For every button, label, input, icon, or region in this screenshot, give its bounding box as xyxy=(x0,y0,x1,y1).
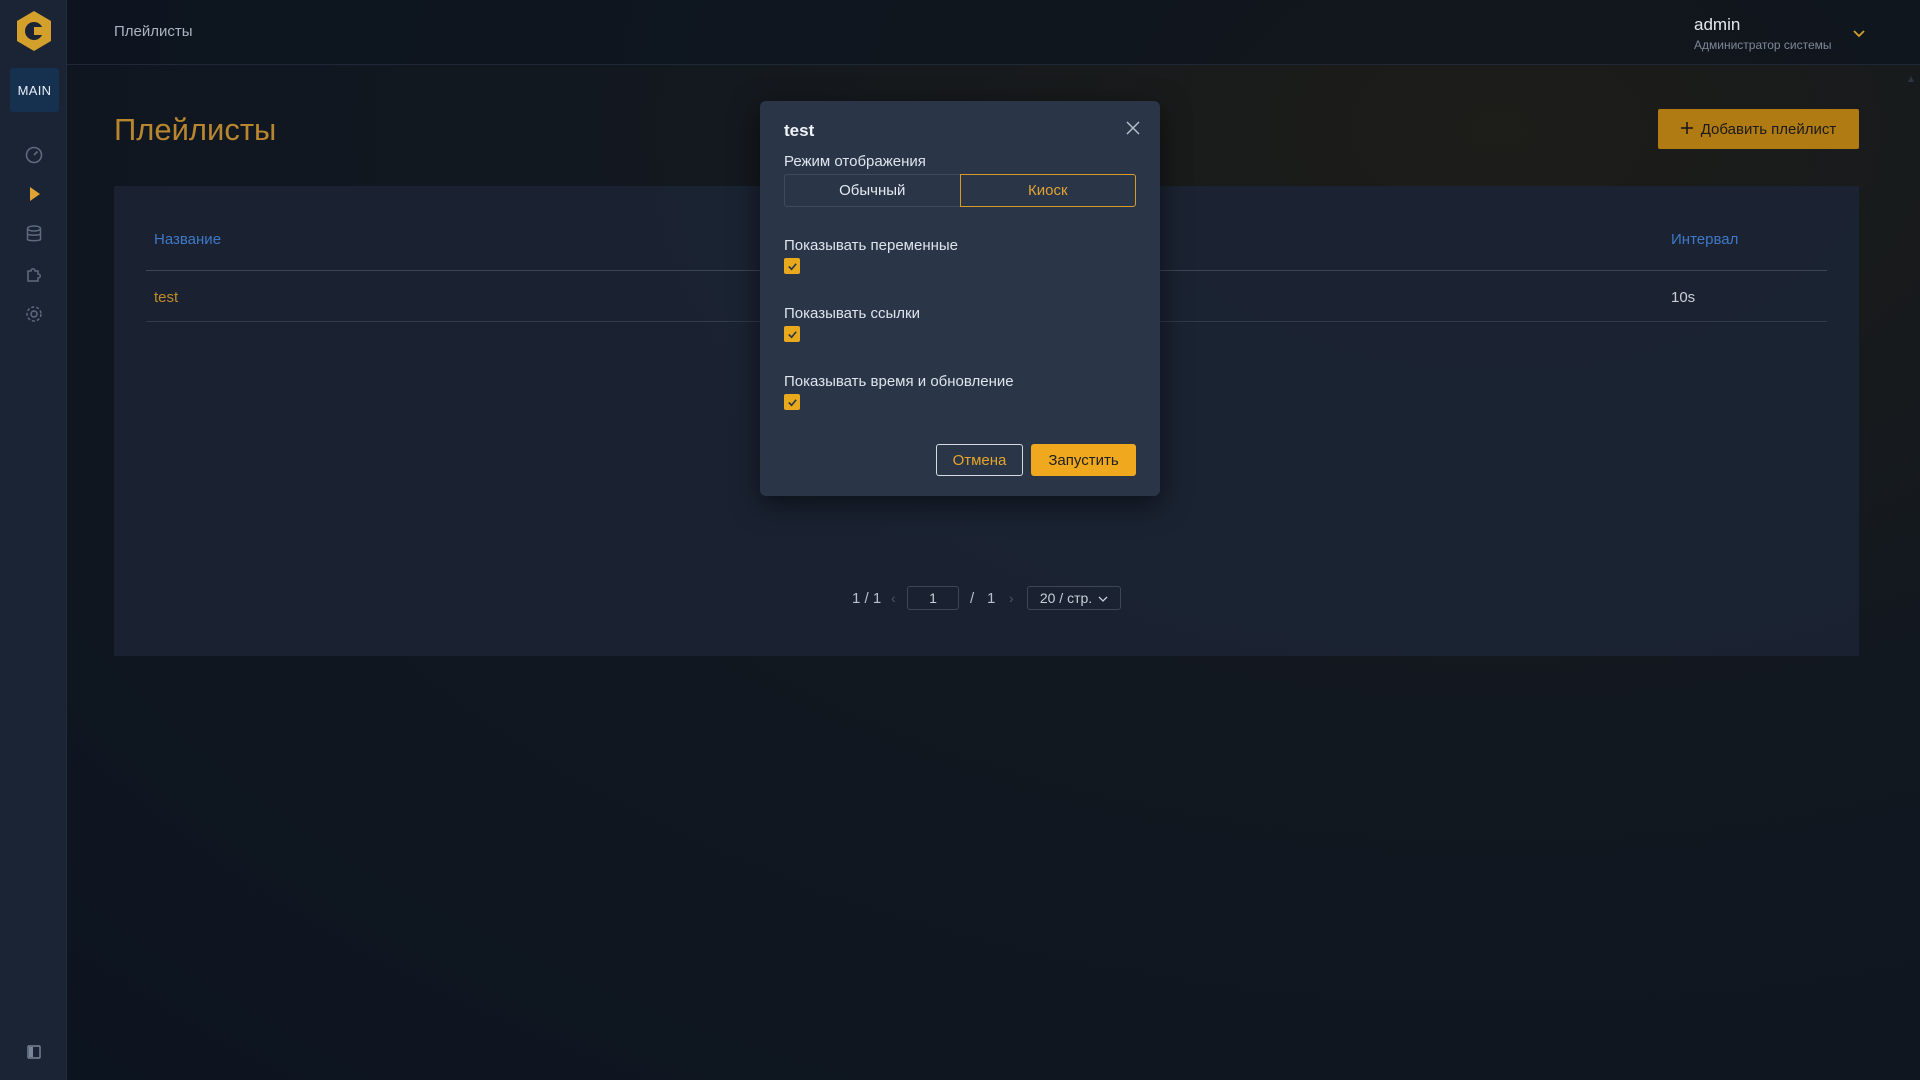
database-icon[interactable] xyxy=(22,222,46,246)
page-title: Плейлисты xyxy=(114,112,277,147)
pagination-total-pages: 1 xyxy=(987,590,996,607)
user-role: Администратор системы xyxy=(1694,38,1832,52)
user-name: admin xyxy=(1694,15,1741,34)
playlist-name-link[interactable]: test xyxy=(154,289,178,306)
checkmark-icon xyxy=(787,262,797,270)
show-variables-label: Показывать переменные xyxy=(784,237,959,254)
mode-option-kiosk[interactable]: Киоск xyxy=(959,174,1136,207)
breadcrumb[interactable]: Плейлисты xyxy=(114,23,193,40)
chevron-down-icon[interactable] xyxy=(1852,26,1866,38)
puzzle-plugin-icon[interactable] xyxy=(22,262,46,286)
page-number-input[interactable] xyxy=(907,586,959,610)
sidebar-toggle-icon[interactable] xyxy=(27,1045,41,1059)
show-links-checkbox[interactable] xyxy=(784,326,800,342)
modal-title: test xyxy=(784,121,815,140)
display-mode-switch: Обычный Киоск xyxy=(784,174,1136,207)
mode-option-normal[interactable]: Обычный xyxy=(784,174,960,207)
column-header-name[interactable]: Название xyxy=(154,231,221,248)
workspace-badge[interactable]: MAIN xyxy=(10,68,59,112)
close-icon[interactable] xyxy=(1125,120,1141,136)
run-playlist-modal: test Режим отображения Обычный Киоск Пок… xyxy=(760,101,1160,496)
pagination: 1 / 1 ‹ / 1 › 20 / стр. xyxy=(114,586,1859,612)
gear-icon[interactable] xyxy=(22,302,46,326)
prev-page-icon[interactable]: ‹ xyxy=(891,590,896,606)
display-mode-label: Режим отображения xyxy=(784,153,926,170)
show-links-label: Показывать ссылки xyxy=(784,305,920,322)
playlist-interval: 10s xyxy=(1671,289,1696,306)
add-playlist-button[interactable]: Добавить плейлист xyxy=(1658,109,1859,149)
play-icon[interactable] xyxy=(22,182,46,206)
scroll-up-icon[interactable] xyxy=(1908,70,1914,82)
top-bar: Плейлисты admin Администратор системы xyxy=(67,0,1920,65)
pagination-summary: 1 / 1 xyxy=(852,590,882,607)
page-size-value: 20 / стр. xyxy=(1039,590,1093,606)
user-menu[interactable]: admin Администратор системы xyxy=(1694,15,1832,52)
cancel-button[interactable]: Отмена xyxy=(936,444,1023,476)
pagination-separator: / xyxy=(970,590,975,607)
checkmark-icon xyxy=(787,330,797,338)
next-page-icon[interactable]: › xyxy=(1009,590,1014,606)
page-size-select[interactable]: 20 / стр. xyxy=(1027,586,1121,610)
show-variables-checkbox[interactable] xyxy=(784,258,800,274)
add-playlist-label: Добавить плейлист xyxy=(1700,120,1837,138)
app-logo[interactable] xyxy=(13,10,55,52)
show-time-refresh-label: Показывать время и обновление xyxy=(784,373,1014,390)
checkmark-icon xyxy=(787,398,797,406)
column-header-interval[interactable]: Интервал xyxy=(1671,231,1738,248)
run-button[interactable]: Запустить xyxy=(1031,444,1136,476)
plus-icon xyxy=(1680,121,1693,138)
show-time-refresh-checkbox[interactable] xyxy=(784,394,800,410)
sidebar: MAIN xyxy=(0,0,67,1080)
chevron-down-icon xyxy=(1098,590,1108,606)
dashboard-gauge-icon[interactable] xyxy=(22,142,46,166)
